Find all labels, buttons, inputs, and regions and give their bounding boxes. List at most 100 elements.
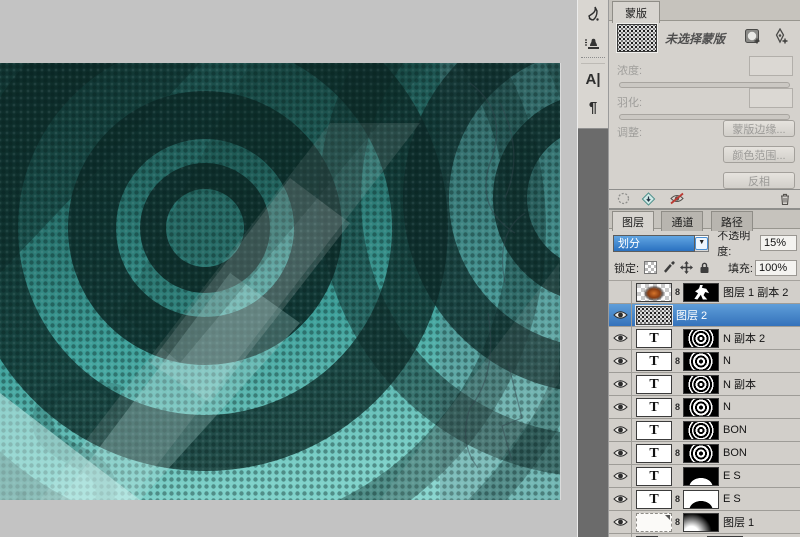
load-selection-icon[interactable] [617, 192, 630, 208]
layer-row[interactable]: T 8 E S [609, 488, 800, 511]
visibility-toggle[interactable] [609, 396, 632, 418]
layer-thumbnail[interactable] [636, 283, 672, 302]
visibility-toggle[interactable] [609, 488, 632, 510]
masks-tabbar: 蒙版 [609, 0, 800, 21]
stamp-icon [584, 34, 602, 50]
lock-transparency-icon[interactable] [643, 260, 658, 275]
blend-mode-select[interactable]: 划分 [613, 235, 695, 252]
eye-icon [613, 425, 628, 435]
lock-position-icon[interactable] [679, 260, 694, 275]
tab-masks[interactable]: 蒙版 [612, 1, 660, 23]
brush-panel-icon[interactable] [578, 0, 608, 28]
layer-row[interactable]: T 8 BON [609, 419, 800, 442]
mask-thumbnail[interactable] [683, 283, 719, 302]
lock-row: 锁定: 填充: 100% [609, 255, 800, 281]
visibility-toggle[interactable] [609, 419, 632, 441]
layer-row[interactable]: 8 图层 1 [609, 511, 800, 534]
add-vector-mask-icon[interactable] [771, 28, 791, 46]
layer-thumbnail[interactable]: T [636, 421, 672, 440]
paragraph-panel-icon[interactable]: ¶ [578, 93, 608, 121]
layer-row[interactable]: T 8 N 副本 2 [609, 327, 800, 350]
visibility-toggle[interactable] [609, 373, 632, 395]
visibility-toggle[interactable] [609, 511, 632, 533]
layer-thumbnail[interactable]: T [636, 329, 672, 348]
mask-thumbnail[interactable] [683, 352, 719, 371]
layer-name[interactable]: N 副本 2 [723, 330, 765, 346]
layer-thumbnail[interactable] [636, 306, 672, 325]
eye-icon [613, 517, 628, 527]
apply-mask-icon[interactable] [641, 192, 656, 209]
blend-mode-row: 划分 不透明度: 15% [609, 229, 800, 255]
visibility-toggle[interactable] [609, 304, 632, 326]
document-canvas[interactable]: S [0, 63, 560, 500]
invert-button[interactable]: 反相 [723, 172, 795, 189]
mask-status-text: 未选择蒙版 [665, 30, 725, 47]
layer-list: 8 图层 1 副本 2 8 图层 2 T 8 N 副本 2 [609, 281, 800, 537]
layer-thumbnail[interactable]: T [636, 375, 672, 394]
layer-name[interactable]: E S [723, 470, 741, 482]
tab-paths[interactable]: 路径 [711, 211, 753, 231]
layer-name[interactable]: N 副本 [723, 376, 756, 392]
character-panel-glyph: A| [585, 71, 600, 88]
delete-mask-icon[interactable] [778, 192, 792, 209]
layer-name[interactable]: 图层 1 [723, 514, 754, 530]
visibility-toggle[interactable] [609, 350, 632, 372]
fill-label: 填充: [728, 260, 753, 276]
mask-thumbnail[interactable] [683, 398, 719, 417]
layer-name[interactable]: 图层 2 [676, 307, 707, 323]
photoshop-window: S [0, 0, 800, 537]
layer-row[interactable]: T 8 BON [609, 442, 800, 465]
layer-name[interactable]: BON [723, 447, 747, 459]
density-input[interactable] [749, 56, 793, 76]
blend-mode-dropdown-arrow[interactable] [695, 235, 709, 252]
mask-thumbnail[interactable] [683, 421, 719, 440]
layer-name[interactable]: 图层 1 副本 2 [723, 284, 788, 300]
panel-column: 蒙版 未选择蒙版 [608, 0, 800, 537]
layer-name[interactable]: N [723, 401, 731, 413]
layer-thumbnail[interactable] [636, 513, 672, 532]
adjust-label: 调整: [617, 124, 642, 140]
eye-icon [613, 448, 628, 458]
mask-thumbnail[interactable] [683, 490, 719, 509]
visibility-toggle[interactable] [609, 327, 632, 349]
layer-thumbnail[interactable]: T [636, 490, 672, 509]
layer-row[interactable]: T 8 N [609, 396, 800, 419]
feather-input[interactable] [749, 88, 793, 108]
mask-thumbnail[interactable] [683, 375, 719, 394]
layer-thumbnail[interactable]: T [636, 467, 672, 486]
tab-channels[interactable]: 通道 [661, 211, 703, 231]
mask-thumbnail[interactable] [683, 329, 719, 348]
lock-paint-icon[interactable] [661, 260, 676, 275]
visibility-toggle[interactable] [609, 281, 632, 303]
layer-row[interactable]: T 8 N [609, 350, 800, 373]
mask-edge-button[interactable]: 蒙版边缘... [723, 120, 795, 137]
character-panel-icon[interactable]: A| [578, 65, 608, 93]
layer-row[interactable]: 8 图层 2 [609, 304, 800, 327]
visibility-toggle[interactable] [609, 442, 632, 464]
eye-icon [613, 402, 628, 412]
layer-thumbnail[interactable]: T [636, 398, 672, 417]
dock-separator [581, 57, 605, 64]
color-range-button[interactable]: 颜色范围... [723, 146, 795, 163]
opacity-input[interactable]: 15% [760, 235, 797, 251]
tab-layers[interactable]: 图层 [612, 211, 654, 231]
layer-name[interactable]: BON [723, 424, 747, 436]
fill-input[interactable]: 100% [755, 260, 797, 276]
layer-thumbnail[interactable]: T [636, 444, 672, 463]
add-pixel-mask-icon[interactable] [743, 28, 763, 46]
lock-all-icon[interactable] [697, 260, 712, 275]
layer-row[interactable]: T 8 E S [609, 465, 800, 488]
visibility-toggle[interactable] [609, 465, 632, 487]
mask-thumbnail[interactable] [683, 444, 719, 463]
layer-row[interactable]: T 8 N 副本 [609, 373, 800, 396]
mask-thumbnail[interactable] [683, 513, 719, 532]
layer-name[interactable]: N [723, 355, 731, 367]
layer-name[interactable]: E S [723, 493, 741, 505]
layer-thumbnail[interactable]: T [636, 352, 672, 371]
mask-thumbnail[interactable] [683, 467, 719, 486]
layer-row[interactable]: 8 图层 1 副本 2 [609, 281, 800, 304]
link-icon: 8 [672, 287, 683, 297]
clone-source-panel-icon[interactable] [578, 28, 608, 56]
disable-mask-icon[interactable] [669, 192, 685, 208]
panel-dock-strip: A| ¶ [578, 0, 608, 537]
